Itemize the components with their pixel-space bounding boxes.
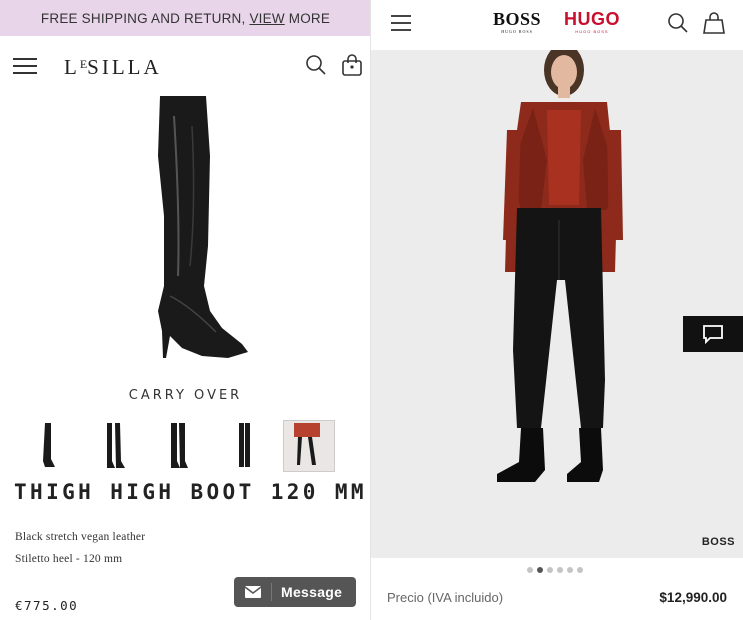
- bag-icon[interactable]: [703, 11, 725, 35]
- model-illustration: [371, 50, 743, 558]
- thumbnail-2[interactable]: [88, 420, 140, 472]
- thumbnail-3[interactable]: [152, 420, 204, 472]
- photo-brand-label: BOSS: [701, 536, 735, 548]
- promo-more: MORE: [288, 10, 331, 26]
- boss-logo[interactable]: BOSS HUGO BOSS: [493, 9, 541, 34]
- carousel-dot-active[interactable]: [537, 567, 543, 573]
- carousel-dots: [527, 567, 583, 573]
- chat-icon: [703, 325, 723, 344]
- carousel-dot[interactable]: [567, 567, 573, 573]
- product-title: THIGH HIGH BOOT 120 MM: [14, 480, 367, 504]
- message-button-label: Message: [281, 584, 343, 600]
- search-icon[interactable]: [305, 54, 327, 76]
- product-photo-model[interactable]: BOSS: [371, 50, 743, 558]
- search-icon[interactable]: [667, 12, 689, 34]
- carousel-dot[interactable]: [547, 567, 553, 573]
- message-button[interactable]: Message: [234, 577, 356, 607]
- carousel-dot[interactable]: [577, 567, 583, 573]
- promo-view-link[interactable]: VIEW: [249, 11, 284, 26]
- collection-label: CARRY OVER: [128, 388, 243, 403]
- product-image-boot[interactable]: [130, 96, 260, 366]
- chat-button[interactable]: [683, 316, 743, 352]
- thumbnail-4[interactable]: [218, 420, 270, 472]
- carousel-dot[interactable]: [557, 567, 563, 573]
- boss-header: BOSS HUGO BOSS HUGO HUGO BOSS: [371, 0, 743, 48]
- hamburger-icon[interactable]: [391, 15, 411, 31]
- product-description-heel: Stiletto heel - 120 mm: [15, 553, 123, 565]
- lesilla-logo[interactable]: LESILLA: [64, 55, 162, 80]
- envelope-icon: [234, 583, 272, 601]
- boss-panel: BOSS HUGO BOSS HUGO HUGO BOSS BOSS Preci…: [371, 0, 743, 620]
- lesilla-panel: FREE SHIPPING AND RETURN, VIEW MORE LESI…: [0, 0, 371, 620]
- price-label: Precio (IVA incluido): [387, 590, 504, 605]
- lesilla-header: LESILLA: [0, 36, 371, 98]
- product-price: $12,990.00: [659, 590, 727, 605]
- hugo-logo[interactable]: HUGO HUGO BOSS: [564, 9, 620, 34]
- promo-text: FREE SHIPPING AND RETURN,: [40, 10, 246, 26]
- hamburger-icon[interactable]: [13, 58, 37, 74]
- promo-banner[interactable]: FREE SHIPPING AND RETURN, VIEW MORE: [0, 0, 371, 36]
- thumbnail-1[interactable]: [22, 420, 74, 472]
- product-description-material: Black stretch vegan leather: [15, 531, 146, 543]
- carousel-dot[interactable]: [527, 567, 533, 573]
- thumbnail-5-selected[interactable]: [283, 420, 335, 472]
- bag-icon[interactable]: [341, 53, 363, 77]
- product-price: €775.00: [15, 598, 79, 613]
